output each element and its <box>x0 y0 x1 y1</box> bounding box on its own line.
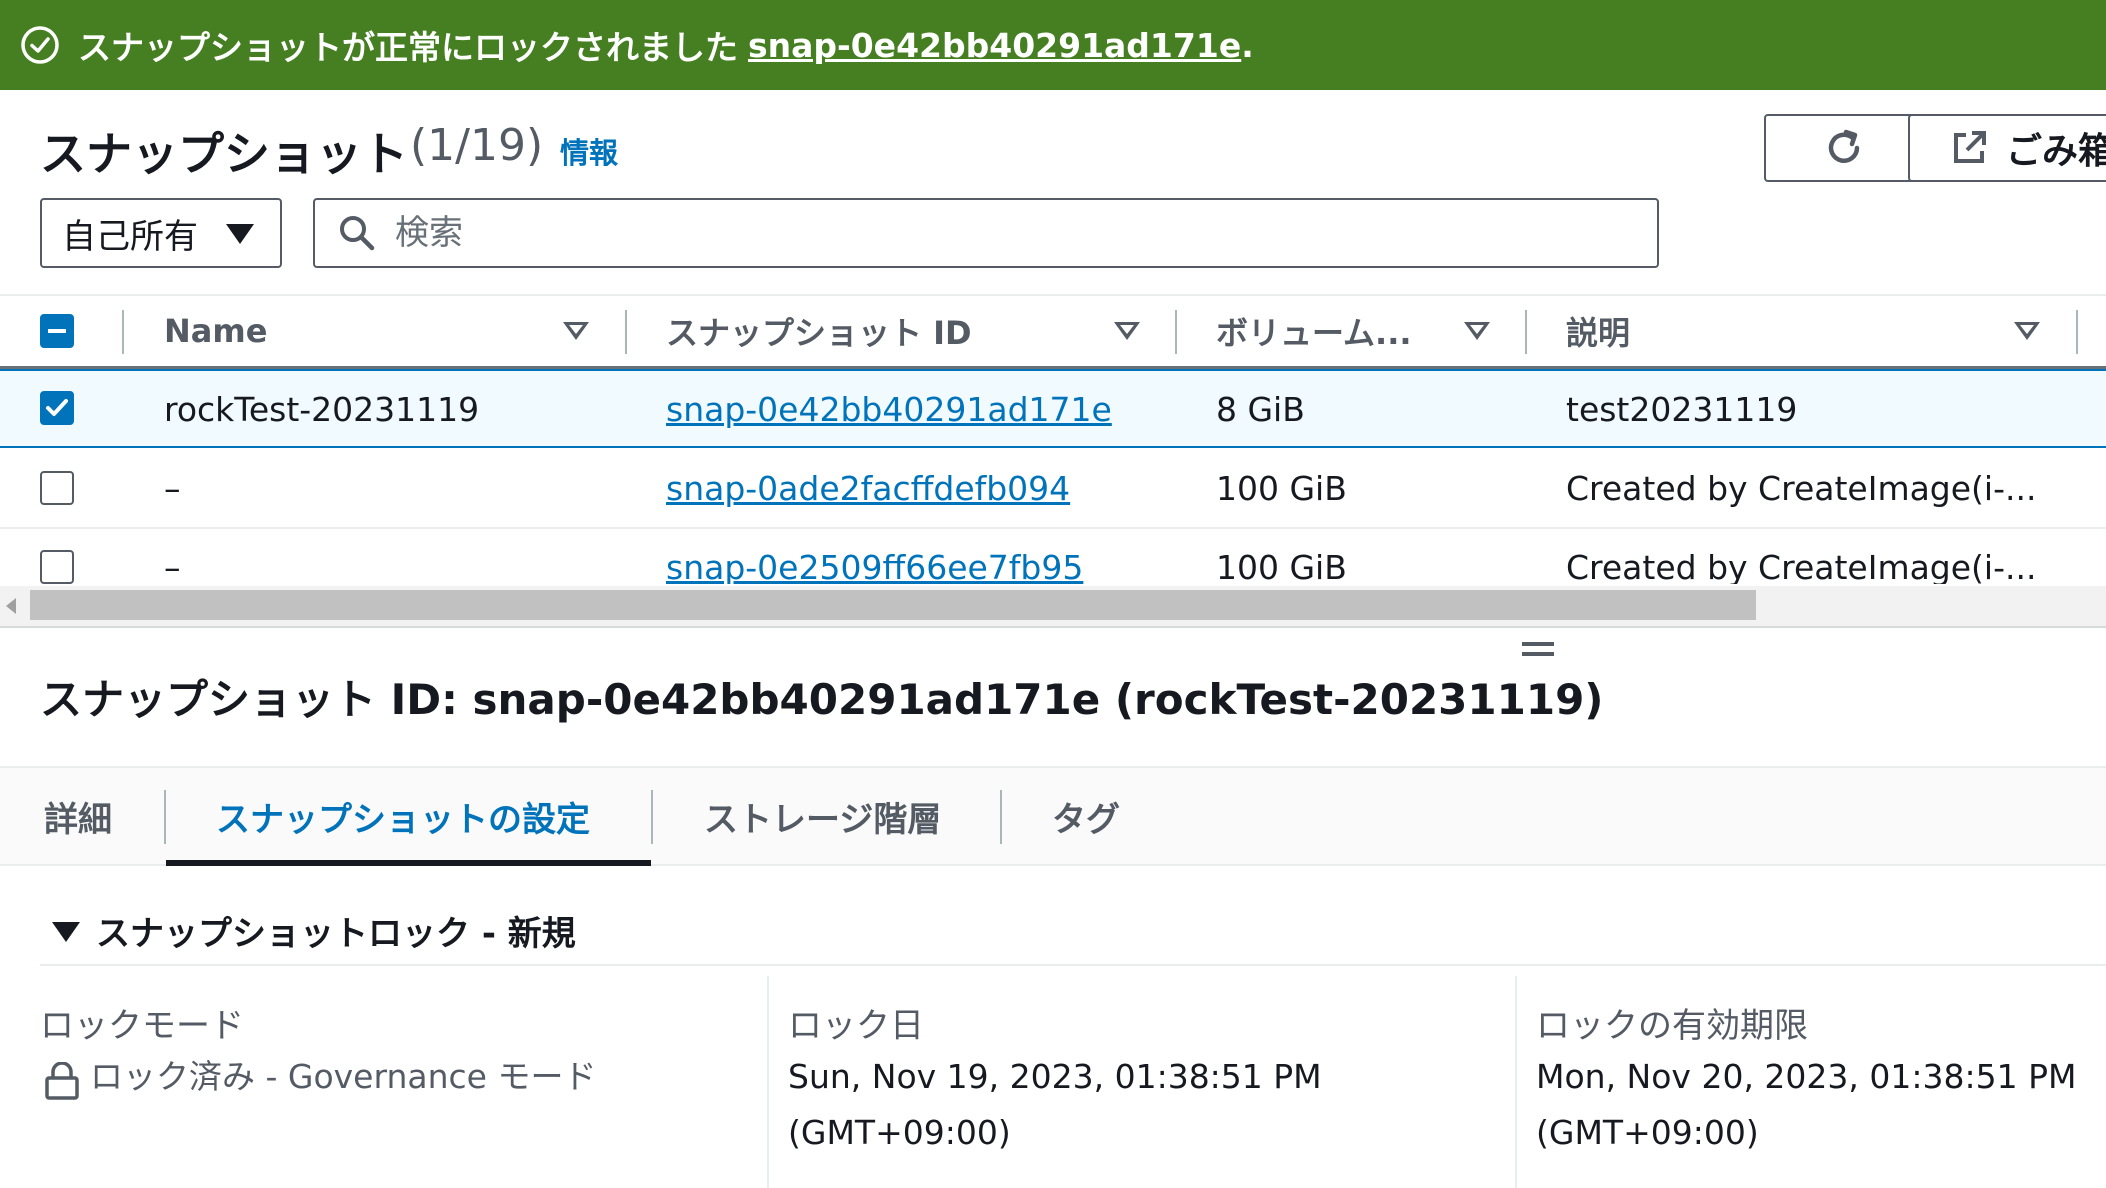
external-link-icon <box>1954 131 1986 163</box>
lock-icon <box>45 1062 79 1100</box>
check-circle-icon <box>21 26 59 64</box>
banner-snapshot-link[interactable]: snap-0e42bb40291ad171e <box>748 26 1241 65</box>
cell-name: – <box>164 469 181 508</box>
lock-date-timezone: (GMT+09:00) <box>788 1113 1011 1152</box>
refresh-icon <box>1828 129 1860 163</box>
cell-volume: 100 GiB <box>1216 548 1347 584</box>
cell-snapshot-id-link[interactable]: snap-0e42bb40291ad171e <box>666 371 1166 448</box>
recycle-bin-button[interactable]: ごみ箱 <box>1908 114 2106 182</box>
row-checkbox[interactable] <box>40 391 74 425</box>
cell-name: rockTest-20231119 <box>164 390 480 429</box>
table-header-row: Name スナップショット ID ボリューム... 説明 <box>0 296 2106 366</box>
row-checkbox[interactable] <box>40 550 74 584</box>
tab-tags[interactable]: タグ <box>1052 768 1120 864</box>
caret-down-icon <box>226 224 254 244</box>
table-row[interactable]: rockTest-20231119 snap-0e42bb40291ad171e… <box>0 369 2106 448</box>
tab-details[interactable]: 詳細 <box>44 768 112 864</box>
lock-date-label: ロック日 <box>788 1006 924 1046</box>
lock-mode-label: ロックモード <box>40 1006 244 1046</box>
scrollbar-thumb[interactable] <box>30 590 1756 620</box>
search-field[interactable] <box>313 198 1659 268</box>
owner-filter-value: 自己所有 <box>62 216 198 257</box>
selection-count: (1/19) <box>410 120 544 171</box>
cell-snapshot-id-link[interactable]: snap-0ade2facffdefb094 <box>666 450 1166 527</box>
cell-volume: 100 GiB <box>1216 469 1347 508</box>
select-all-checkbox[interactable] <box>40 314 74 348</box>
cell-volume: 8 GiB <box>1216 390 1305 429</box>
column-header-snapshot-id[interactable]: スナップショット ID <box>666 296 1066 366</box>
lock-expiry-value: Mon, Nov 20, 2023, 01:38:51 PM <box>1536 1057 2077 1096</box>
split-panel-resize-handle[interactable] <box>1522 642 1554 662</box>
column-header-volume[interactable]: ボリューム... <box>1216 296 1456 366</box>
recycle-bin-label: ごみ箱 <box>2006 131 2106 172</box>
banner-suffix: . <box>1241 25 1254 65</box>
lock-expiry-timezone: (GMT+09:00) <box>1536 1113 1759 1152</box>
page-title: スナップショット <box>40 127 408 181</box>
sort-icon[interactable] <box>1464 322 1490 340</box>
column-header-name[interactable]: Name <box>164 296 544 366</box>
cell-name: – <box>164 548 181 584</box>
info-link[interactable]: 情報 <box>560 130 618 172</box>
cell-description: Created by CreateImage(i-... <box>1566 548 2037 584</box>
cell-description: test20231119 <box>1566 390 1798 429</box>
section-title-snapshot-lock[interactable]: スナップショットロック - 新規 <box>96 906 576 955</box>
scroll-left-icon[interactable] <box>6 598 16 614</box>
horizontal-scrollbar[interactable] <box>0 586 2106 626</box>
search-icon <box>340 216 375 251</box>
detail-tabs: 詳細 スナップショットの設定 ストレージ階層 タグ <box>0 768 2106 864</box>
cell-description: Created by CreateImage(i-... <box>1566 469 2037 508</box>
success-banner: スナップショットが正常にロックされました snap-0e42bb40291ad1… <box>0 0 2106 90</box>
active-tab-indicator <box>166 860 651 866</box>
banner-message: スナップショットが正常にロックされました <box>78 28 738 67</box>
checkmark-icon <box>46 399 68 416</box>
tab-storage-tier[interactable]: ストレージ階層 <box>704 768 941 864</box>
cell-snapshot-id-link[interactable]: snap-0e2509ff66ee7fb95 <box>666 529 1166 584</box>
owner-filter-select[interactable]: 自己所有 <box>40 198 282 268</box>
detail-title: スナップショット ID: snap-0e42bb40291ad171e (roc… <box>40 675 1604 724</box>
tab-snapshot-settings[interactable]: スナップショットの設定 <box>216 768 590 864</box>
row-checkbox[interactable] <box>40 471 74 505</box>
lock-expiry-label: ロックの有効期限 <box>1536 1006 1808 1046</box>
caret-down-icon[interactable] <box>52 922 80 942</box>
lock-mode-value: ロック済み - Governance モード <box>90 1057 597 1096</box>
table-row[interactable]: – snap-0ade2facffdefb094 100 GiB Created… <box>0 450 2106 529</box>
search-input[interactable] <box>395 213 1595 253</box>
refresh-button[interactable] <box>1764 114 1924 182</box>
lock-date-value: Sun, Nov 19, 2023, 01:38:51 PM <box>788 1057 1322 1096</box>
sort-icon[interactable] <box>563 322 589 340</box>
sort-icon[interactable] <box>1114 322 1140 340</box>
table-row[interactable]: – snap-0e2509ff66ee7fb95 100 GiB Created… <box>0 529 2106 584</box>
column-header-description[interactable]: 説明 <box>1566 296 1966 366</box>
sort-icon[interactable] <box>2014 322 2040 340</box>
